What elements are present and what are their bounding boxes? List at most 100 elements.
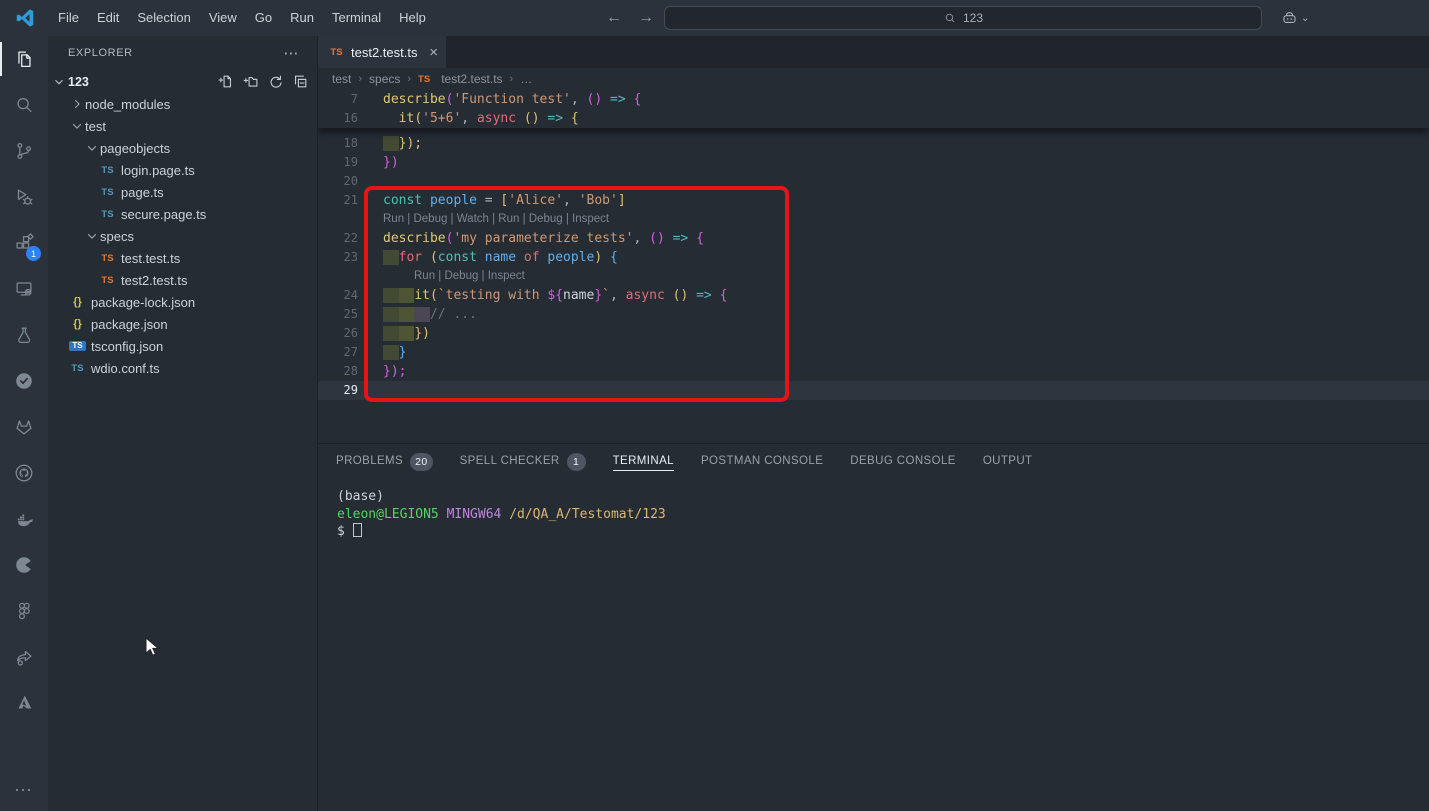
activity-more-icon[interactable]: ⋯ [14,780,34,801]
code-line-25[interactable]: 25 // ... [318,305,1429,324]
tree-item-label: package.json [91,317,168,332]
tree-item-test-test-ts[interactable]: TStest.test.ts [48,247,317,269]
activity-figma[interactable] [0,588,48,634]
tree-item-package-json[interactable]: {}package.json [48,313,317,335]
close-icon[interactable]: × [429,45,438,60]
tree-item-wdio-conf-ts[interactable]: TSwdio.conf.ts [48,357,317,379]
tree-item-test[interactable]: test [48,115,317,137]
menu-file[interactable]: File [49,0,88,36]
tree-item-tsconfig-json[interactable]: TStsconfig.json [48,335,317,357]
panel-tab-output[interactable]: OUTPUT [983,452,1033,471]
tree-item-package-lock-json[interactable]: {}package-lock.json [48,291,317,313]
azure-icon [13,692,35,714]
forward-arrow-icon[interactable]: → [638,9,654,27]
activity-check-circle[interactable] [0,358,48,404]
tree-item-node-modules[interactable]: node_modules [48,93,317,115]
code-editor[interactable]: 7describe('Function test', () => {16 it(… [318,90,1429,443]
sticky-scroll[interactable]: 7describe('Function test', () => {16 it(… [318,90,1429,128]
activity-search[interactable] [0,82,48,128]
workspace-section-header[interactable]: 123 [48,70,317,93]
menu-selection[interactable]: Selection [128,0,199,36]
code-text: const people = ['Alice', 'Bob'] [383,191,626,210]
breadcrumb-item[interactable]: TStest2.test.ts [418,72,503,86]
terminal-cursor [353,523,362,537]
codelens[interactable]: Run | Debug | Watch | Run | Debug | Insp… [318,210,1429,229]
code-line-26[interactable]: 26 }) [318,324,1429,343]
code-line-22[interactable]: 22describe('my parameterize tests', () =… [318,229,1429,248]
tree-item-pageobjects[interactable]: pageobjects [48,137,317,159]
code-text: for (const name of people) { [383,248,618,267]
code-line-29[interactable]: 29 [318,381,1429,400]
terminal-output[interactable]: (base)eleon@LEGION5 MINGW64 /d/QA_A/Test… [318,479,1429,541]
code-line-18[interactable]: 18 }); [318,134,1429,153]
badge: 1 [567,453,586,471]
breadcrumb-item[interactable]: specs [369,72,400,86]
panel-tab-terminal[interactable]: TERMINAL [613,452,674,471]
collapse-all-icon[interactable] [292,73,309,90]
command-center-search[interactable]: 123 [664,6,1262,30]
activity-docker[interactable] [0,496,48,542]
panel-tab-postman-console[interactable]: POSTMAN CONSOLE [701,452,823,471]
code-line-21[interactable]: 21const people = ['Alice', 'Bob'] [318,191,1429,210]
activity-pie-circle[interactable] [0,542,48,588]
activity-extensions[interactable]: 1 [0,220,48,266]
activity-gitlab[interactable] [0,404,48,450]
activity-share-arrow[interactable] [0,634,48,680]
check-circle-icon [13,370,35,392]
menu-help[interactable]: Help [390,0,435,36]
menu-go[interactable]: Go [246,0,281,36]
activity-files[interactable] [0,36,48,82]
line-number: 23 [318,248,358,267]
breadcrumb-item[interactable]: test [332,72,351,86]
menu-terminal[interactable]: Terminal [323,0,390,36]
tab-test2-test-ts[interactable]: TS test2.test.ts × [318,36,446,68]
code-line-23[interactable]: 23 for (const name of people) { [318,248,1429,267]
panel-tab-debug-console[interactable]: DEBUG CONSOLE [850,452,956,471]
refresh-icon[interactable] [267,73,284,90]
tree-item-test2-test-ts[interactable]: TStest2.test.ts [48,269,317,291]
new-folder-icon[interactable] [242,73,259,90]
chevron-down-icon [52,75,66,89]
code-line-20[interactable]: 20 [318,172,1429,191]
activity-run-debug[interactable] [0,174,48,220]
code-line-16[interactable]: 16 it('5+6', async () => { [318,109,1429,128]
tree-item-label: tsconfig.json [91,339,163,354]
code-text: describe('Function test', () => { [383,90,641,109]
activity-github[interactable] [0,450,48,496]
activity-source-control[interactable] [0,128,48,174]
activity-azure[interactable] [0,680,48,726]
tree-item-page-ts[interactable]: TSpage.ts [48,181,317,203]
figma-icon [13,600,35,622]
run-debug-icon [13,186,35,208]
terminal-line: $ [337,523,1429,541]
code-line-19[interactable]: 19}) [318,153,1429,172]
tree-item-secure-page-ts[interactable]: TSsecure.page.ts [48,203,317,225]
panel-tab-spell-checker[interactable]: SPELL CHECKER1 [460,452,586,471]
sidebar-more-icon[interactable]: ⋯ [283,44,299,62]
menu-edit[interactable]: Edit [88,0,128,36]
panel-tab-problems[interactable]: PROBLEMS20 [336,452,433,471]
new-file-icon[interactable] [217,73,234,90]
tree-item-specs[interactable]: specs [48,225,317,247]
back-arrow-icon[interactable]: ← [606,9,622,27]
files-icon [13,48,35,70]
ts-blue-file-icon: TS [99,187,116,198]
code-line-27[interactable]: 27 } [318,343,1429,362]
menu-view[interactable]: View [200,0,246,36]
codelens[interactable]: Run | Debug | Inspect [318,267,1429,286]
activity-test-flask[interactable] [0,312,48,358]
ts-orange-file-icon: TS [99,275,116,286]
code-line-7[interactable]: 7describe('Function test', () => { [318,90,1429,109]
activity-remote-explorer[interactable] [0,266,48,312]
test-flask-icon [13,324,35,346]
breadcrumb-item[interactable]: … [520,72,532,86]
tree-item-label: specs [100,229,134,244]
menu-run[interactable]: Run [281,0,323,36]
breadcrumb-separator: › [407,73,411,85]
code-line-24[interactable]: 24 it(`testing with ${name}`, async () =… [318,286,1429,305]
account-area[interactable]: ⌄ [1280,0,1309,36]
chevron-right-icon [69,97,85,111]
code-line-28[interactable]: 28}); [318,362,1429,381]
tree-item-login-page-ts[interactable]: TSlogin.page.ts [48,159,317,181]
line-number: 20 [318,172,358,191]
